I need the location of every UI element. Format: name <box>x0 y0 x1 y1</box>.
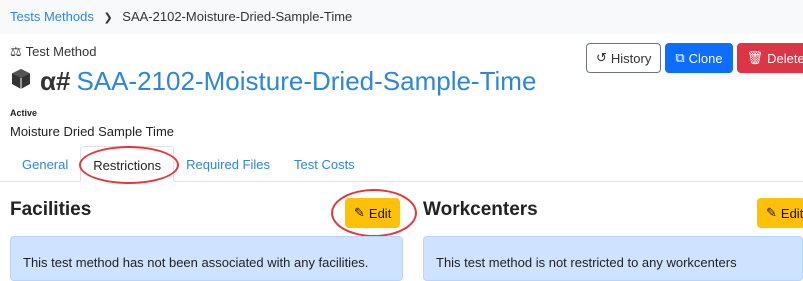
tab-bar: General Restrictions Required Files Test… <box>0 146 803 182</box>
chevron-right-icon: ❯ <box>103 12 113 24</box>
history-icon: ↺ <box>596 50 607 65</box>
entity-kind-text: Test Method <box>25 44 97 59</box>
history-button[interactable]: ↺ History <box>586 43 662 73</box>
pencil-icon: ✎ <box>354 205 365 220</box>
status-badge: Active <box>10 108 38 118</box>
workcenters-heading: Workcenters <box>423 199 538 220</box>
trash-icon: 🗑 <box>746 50 764 65</box>
delete-button[interactable]: 🗑 Delete <box>736 43 803 73</box>
tab-required-files[interactable]: Required Files <box>174 146 282 182</box>
breadcrumb: Tests Methods ❯ SAA-2102-Moisture-Dried-… <box>0 0 803 34</box>
copy-icon: ⧉ <box>675 50 685 65</box>
tab-general[interactable]: General <box>10 146 80 182</box>
page-title: SAA-2102-Moisture-Dried-Sample-Time <box>76 66 537 96</box>
description-text: Moisture Dried Sample Time <box>10 124 174 139</box>
workcenters-edit-button[interactable]: ✎ Edit <box>757 198 803 228</box>
facilities-empty-message: This test method has not been associated… <box>23 255 369 270</box>
workcenters-edit-label: Edit <box>780 205 803 221</box>
clone-button[interactable]: ⧉ Clone <box>665 43 733 73</box>
delete-button-label: Delete <box>767 50 803 66</box>
clone-button-label: Clone <box>688 50 723 66</box>
tab-test-costs[interactable]: Test Costs <box>282 146 367 182</box>
workcenters-empty-alert: This test method is not restricted to an… <box>423 236 803 281</box>
facilities-heading: Facilities <box>10 199 92 220</box>
page-header: α# SAA-2102-Moisture-Dried-Sample-Time <box>10 66 536 97</box>
workcenters-empty-message: This test method is not restricted to an… <box>436 255 737 270</box>
facilities-empty-alert: This test method has not been associated… <box>10 236 403 281</box>
cube-icon <box>10 68 32 95</box>
history-button-label: History <box>610 50 652 66</box>
breadcrumb-current: SAA-2102-Moisture-Dried-Sample-Time <box>122 9 353 24</box>
facilities-edit-label: Edit <box>368 205 392 221</box>
action-toolbar: ↺ History ⧉ Clone 🗑 Delete <box>586 43 803 73</box>
tab-restrictions[interactable]: Restrictions <box>80 146 175 182</box>
facilities-edit-button[interactable]: ✎ Edit <box>345 198 401 228</box>
alpha-hash-symbol: α# <box>40 66 71 96</box>
entity-kind-label: ⚖ Test Method <box>10 44 96 60</box>
balance-scale-icon: ⚖ <box>10 44 22 59</box>
pencil-icon: ✎ <box>766 205 777 220</box>
breadcrumb-link-tests-methods[interactable]: Tests Methods <box>10 9 94 24</box>
